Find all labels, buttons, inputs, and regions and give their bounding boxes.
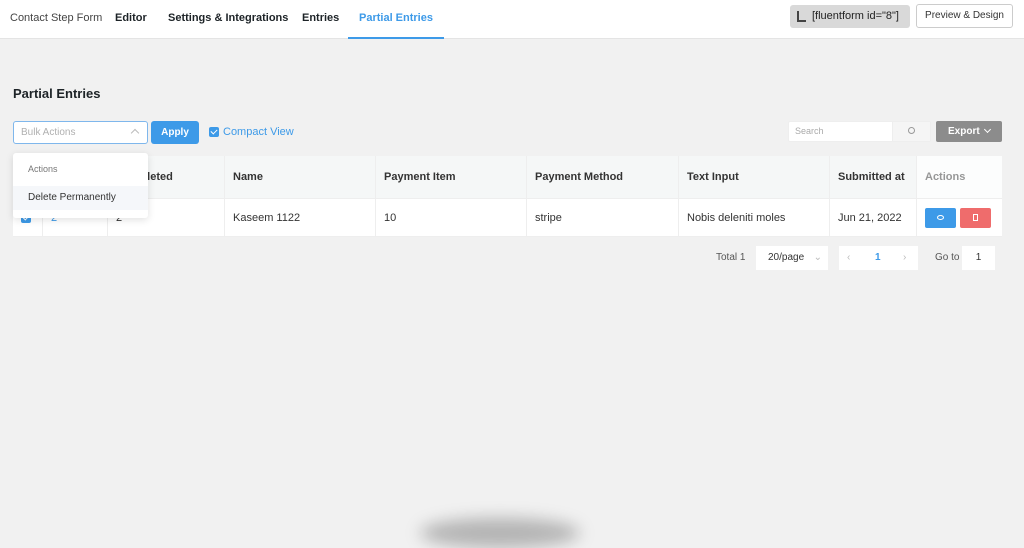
- table-row: 2 2 Kaseem 1122 10 stripe Nobis deleniti…: [13, 199, 1002, 237]
- export-label: Export: [948, 126, 980, 137]
- tab-partial-entries[interactable]: Partial Entries: [348, 0, 444, 39]
- search-button[interactable]: [892, 122, 930, 141]
- delete-permanently-option[interactable]: Delete Permanently: [13, 186, 148, 210]
- next-page-button[interactable]: ›: [903, 246, 906, 270]
- goto-page-input[interactable]: 1: [962, 246, 995, 270]
- table-header: ID Completed Name Payment Item Payment M…: [13, 156, 1002, 199]
- pagination-total: Total 1: [716, 252, 746, 263]
- eye-icon: [937, 214, 944, 220]
- tab-settings-integrations[interactable]: Settings & Integrations: [168, 0, 288, 39]
- entry-submitted-at: Jun 21, 2022: [830, 199, 917, 236]
- export-button[interactable]: Export: [936, 121, 1002, 142]
- tab-entries[interactable]: Entries: [302, 0, 339, 39]
- prev-page-button[interactable]: ‹: [847, 246, 850, 270]
- compact-view-label: Compact View: [223, 126, 294, 138]
- form-name: Contact Step Form: [10, 12, 103, 24]
- chevron-down-icon: ⌄: [813, 252, 822, 263]
- checkbox-checked-icon: [209, 127, 219, 137]
- page-title: Partial Entries: [13, 86, 101, 101]
- header-payment-item: Payment Item: [376, 156, 527, 198]
- delete-entry-button[interactable]: [960, 207, 991, 228]
- bulk-actions-dropdown: Actions Delete Permanently: [13, 153, 148, 218]
- top-nav: Contact Step Form Editor Settings & Inte…: [0, 0, 1024, 39]
- entry-text-input: Nobis deleniti moles: [679, 199, 830, 236]
- preview-design-button[interactable]: Preview & Design: [916, 4, 1013, 28]
- search-input[interactable]: Search: [788, 121, 931, 142]
- view-entry-button[interactable]: [925, 207, 956, 228]
- dropdown-group-label: Actions: [28, 164, 58, 174]
- trash-icon: [973, 213, 978, 221]
- pager: ‹ 1 ›: [839, 246, 918, 270]
- compact-view-checkbox[interactable]: Compact View: [209, 127, 294, 138]
- search-placeholder: Search: [795, 126, 824, 136]
- bulk-actions-select[interactable]: Bulk Actions: [13, 121, 148, 144]
- apply-button[interactable]: Apply: [151, 121, 199, 144]
- page-size-select[interactable]: 20/page ⌄: [756, 246, 828, 270]
- bulk-actions-placeholder: Bulk Actions: [21, 127, 76, 138]
- copy-icon: [797, 11, 806, 22]
- entry-name: Kaseem 1122: [225, 199, 376, 236]
- decorative-shadow: [420, 518, 580, 548]
- header-text-input: Text Input: [679, 156, 830, 198]
- shortcode-text: [fluentform id="8"]: [812, 10, 899, 22]
- entry-payment-item: 10: [376, 199, 527, 236]
- page-size-value: 20/page: [768, 252, 805, 263]
- search-icon: [908, 127, 915, 134]
- shortcode-copy[interactable]: [fluentform id="8"]: [790, 5, 910, 28]
- entry-actions: [917, 199, 1002, 236]
- goto-label: Go to: [935, 252, 960, 263]
- page-1-button[interactable]: 1: [875, 246, 881, 270]
- entries-table: ID Completed Name Payment Item Payment M…: [13, 156, 1002, 237]
- header-actions: Actions: [917, 156, 1002, 198]
- entry-payment-method: stripe: [527, 199, 679, 236]
- chevron-down-icon: [983, 125, 992, 134]
- chevron-up-icon: [130, 128, 140, 138]
- tab-editor[interactable]: Editor: [115, 0, 147, 39]
- header-payment-method: Payment Method: [527, 156, 679, 198]
- header-name: Name: [225, 156, 376, 198]
- header-submitted-at[interactable]: Submitted at: [830, 156, 917, 198]
